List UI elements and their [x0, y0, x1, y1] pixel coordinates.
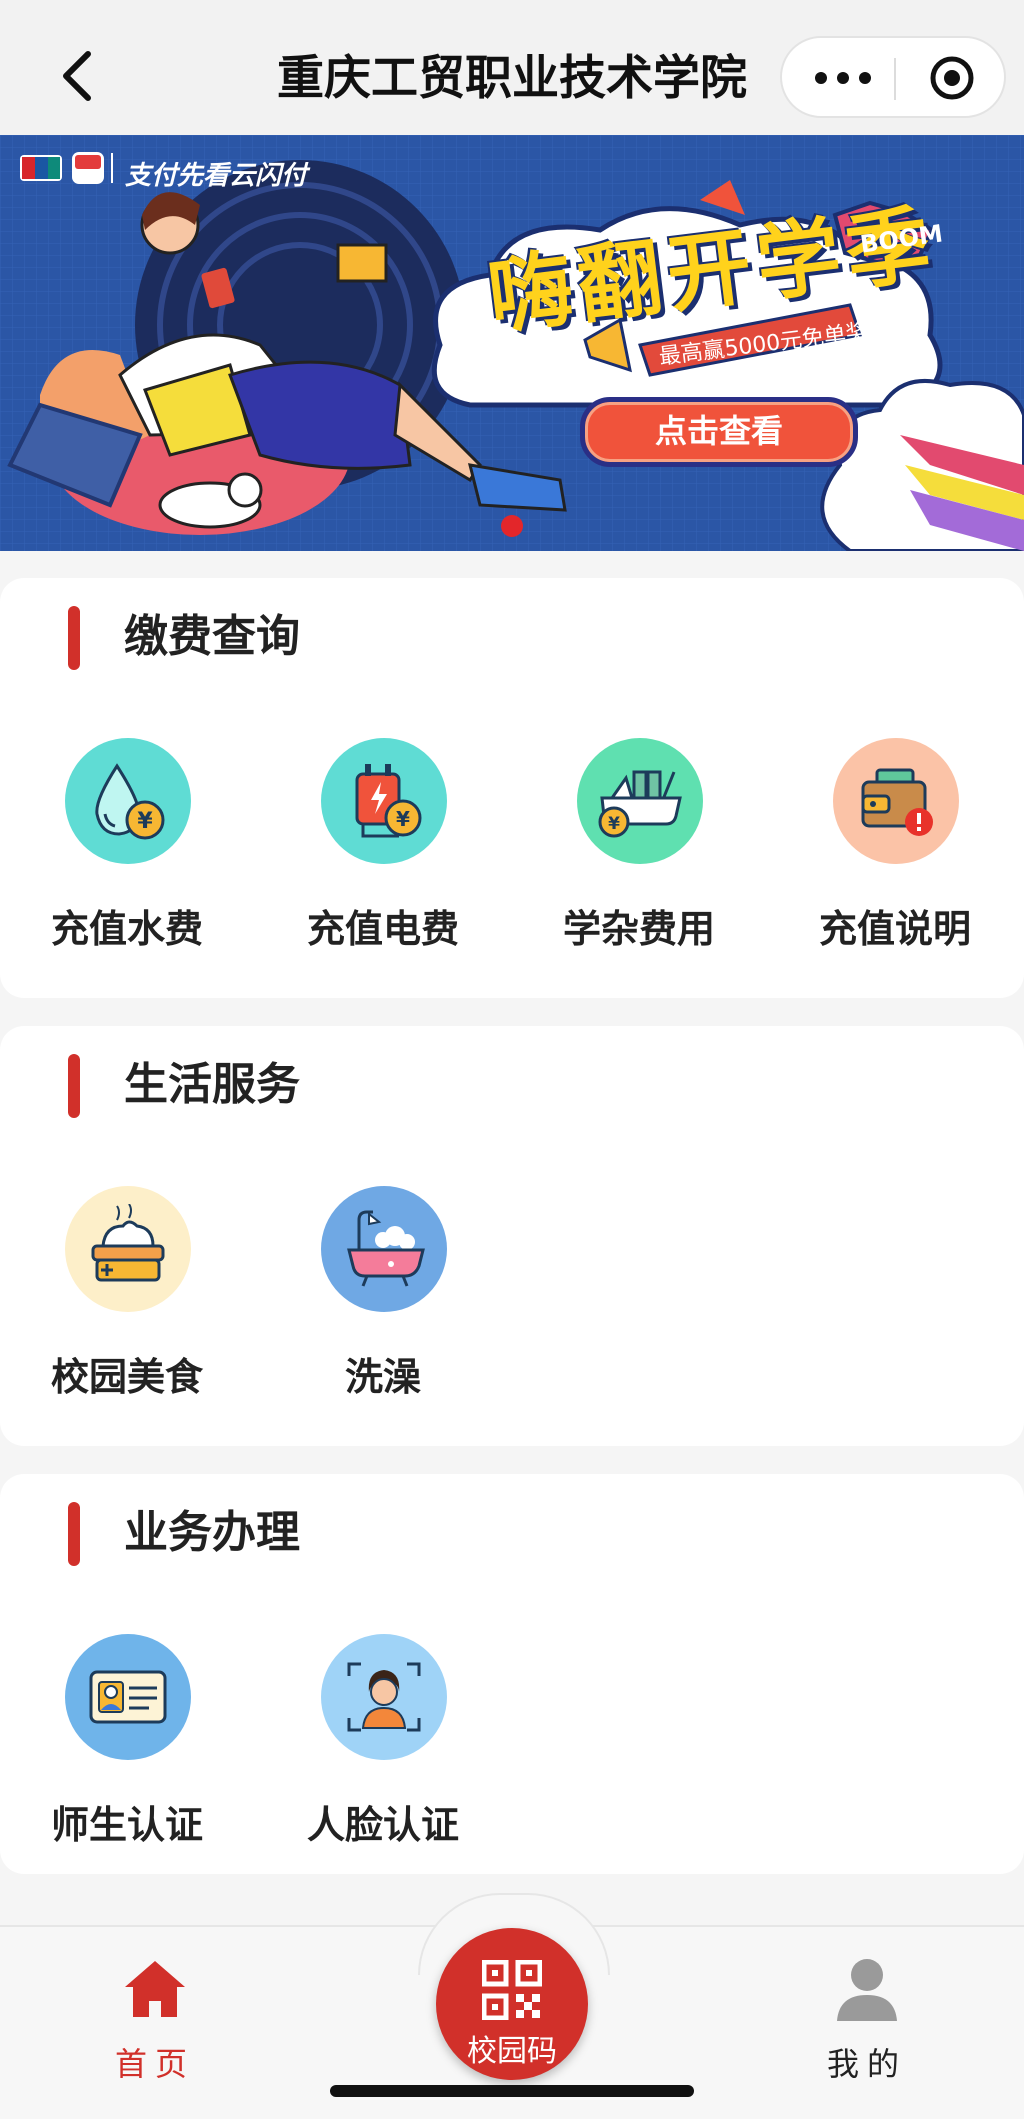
tab-me[interactable]: 我的 [787, 1955, 947, 2083]
banner-cta-button[interactable]: 点击查看 [580, 397, 858, 467]
capsule-divider [894, 58, 896, 100]
home-icon [125, 1961, 185, 2017]
tab-label: 首页 [114, 2045, 195, 2083]
section-accent-bar [68, 606, 80, 670]
campus-code-button[interactable]: 校园码 [436, 1928, 588, 2080]
section-accent-bar [68, 1054, 80, 1118]
more-dots-icon[interactable] [810, 58, 876, 98]
steamed-bun-icon [65, 1186, 191, 1312]
grid-item-label: 师生认证 [50, 1803, 203, 1847]
grid-item-label: 学杂费用 [562, 907, 715, 951]
grid-item-label: 人脸认证 [306, 1803, 459, 1847]
grid-item-recharge-info[interactable]: 充值说明 [775, 738, 1015, 968]
navigation-header: 重庆工贸职业技术学院 [0, 0, 1024, 135]
tab-label: 我的 [826, 2045, 907, 2083]
wallet-info-icon [833, 738, 959, 864]
water-fee-icon: ¥ [65, 738, 191, 864]
section-payment-query: 缴费查询 ¥ 充值水费 ¥ 充值电费 ¥ 学杂费用 充值说明 [0, 578, 1024, 998]
banner-slogan: 支付先看云闪付 [125, 161, 308, 191]
svg-text:¥: ¥ [137, 809, 153, 834]
electric-fee-icon: ¥ [321, 738, 447, 864]
grid-item-tuition-fee[interactable]: ¥ 学杂费用 [519, 738, 759, 968]
grid-item-label: 洗澡 [344, 1355, 421, 1399]
page-title: 重庆工贸职业技术学院 [277, 51, 747, 106]
qr-code-icon [482, 1960, 542, 2020]
section-business: 业务办理 师生认证 人脸认证 [0, 1474, 1024, 1874]
grid-item-label: 充值电费 [306, 907, 459, 951]
tab-home[interactable]: 首页 [75, 1955, 235, 2083]
section-title: 缴费查询 [124, 611, 300, 662]
carousel-indicator[interactable] [501, 515, 523, 537]
grid-item-water-fee[interactable]: ¥ 充值水费 [7, 738, 247, 968]
bathtub-icon [321, 1186, 447, 1312]
grid-item-bath[interactable]: 洗澡 [263, 1186, 503, 1416]
user-icon [837, 1959, 897, 2021]
unionpay-logo [20, 155, 62, 181]
grid-item-label: 充值说明 [818, 907, 971, 951]
svg-text:¥: ¥ [608, 814, 620, 834]
face-scan-icon [321, 1634, 447, 1760]
tuition-fee-icon: ¥ [577, 738, 703, 864]
grid-item-label: 充值水费 [50, 907, 203, 951]
section-title: 生活服务 [124, 1059, 300, 1110]
grid-item-campus-food[interactable]: 校园美食 [7, 1186, 247, 1416]
grid-item-label: 校园美食 [50, 1355, 203, 1399]
cloud-pay-logo [72, 152, 104, 184]
campus-code-label: 校园码 [467, 2034, 557, 2069]
section-life-service: 生活服务 校园美食 洗澡 [0, 1026, 1024, 1446]
section-accent-bar [68, 1502, 80, 1566]
id-card-icon [65, 1634, 191, 1760]
mini-program-capsule [780, 36, 1006, 118]
home-indicator [330, 2085, 694, 2097]
grid-item-electric-fee[interactable]: ¥ 充值电费 [263, 738, 503, 968]
promo-banner[interactable]: 支付先看云闪付 嗨翻开学季 BOOM 最高赢5000元免单奖励 点击查看 [0, 135, 1024, 551]
grid-item-face-auth[interactable]: 人脸认证 [263, 1634, 503, 1864]
close-circle-icon[interactable] [928, 54, 976, 102]
svg-text:¥: ¥ [396, 807, 410, 831]
section-title: 业务办理 [124, 1507, 300, 1558]
grid-item-teacher-student-auth[interactable]: 师生认证 [7, 1634, 247, 1864]
chevron-left-icon[interactable] [52, 48, 108, 104]
